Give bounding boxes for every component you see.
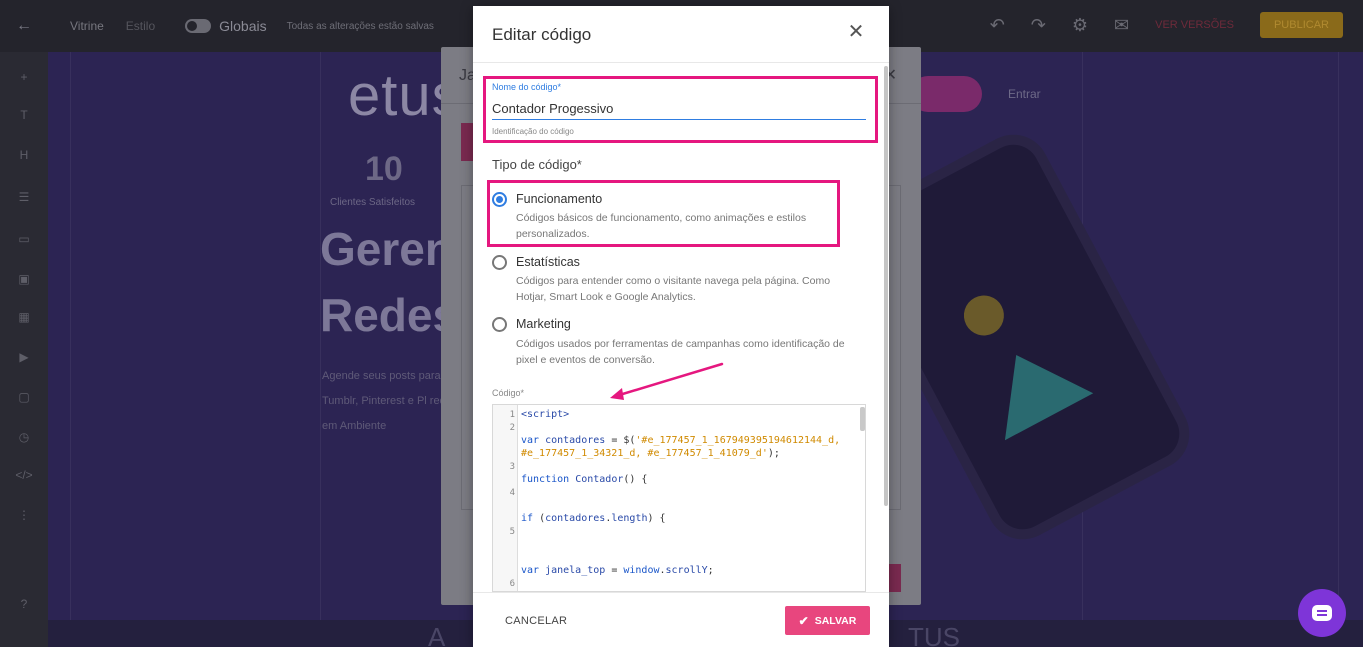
code-line: function Contador() {	[521, 474, 648, 485]
line-number: 5	[509, 527, 515, 537]
option-funcionamento-title[interactable]: Funcionamento	[516, 192, 602, 206]
line-number: 6	[509, 579, 515, 589]
save-button-label: SALVAR	[814, 614, 857, 627]
radio-estatisticas[interactable]	[492, 255, 507, 270]
arrow-left-icon[interactable]: ←	[0, 17, 48, 35]
text-icon[interactable]: T	[14, 108, 34, 122]
hero-heading-line2: Redes	[320, 289, 459, 341]
check-icon: ✔	[798, 613, 809, 628]
editor-scrollbar[interactable]	[860, 407, 865, 431]
gallery-icon[interactable]: ▦	[14, 310, 34, 324]
more-icon[interactable]: ⋮	[14, 508, 34, 522]
bottom-text-right: TUS	[908, 622, 960, 647]
cancel-button[interactable]: CANCELAR	[505, 615, 567, 627]
page-label[interactable]: Vitrine	[70, 19, 104, 33]
option-marketing-title[interactable]: Marketing	[516, 317, 571, 331]
heading-icon[interactable]: H	[14, 148, 34, 162]
clock-icon[interactable]: ◷	[14, 430, 34, 444]
line-gutter: 1 2 3 4 5 6	[493, 405, 518, 591]
line-number: 1	[509, 410, 515, 420]
code-line: var contadores = $('#e_177457_1_16794939…	[521, 435, 841, 446]
topbar-actions: ↶ ↷ ⚙ ✉ VER VERSÕES PUBLICAR	[990, 12, 1343, 38]
add-section-icon[interactable]: +	[14, 70, 34, 84]
code-icon[interactable]: </>	[14, 468, 34, 482]
dialog-title: Editar código	[492, 25, 592, 44]
chat-button[interactable]	[1298, 589, 1346, 637]
versions-link[interactable]: VER VERSÕES	[1155, 19, 1234, 31]
code-line: <script>	[521, 409, 570, 420]
form-icon[interactable]: ▢	[14, 390, 34, 404]
code-type-label: Tipo de código*	[492, 157, 582, 172]
bottom-text-left: A	[428, 622, 446, 647]
globais-label: Globais	[219, 18, 267, 34]
code-name-input[interactable]	[492, 98, 866, 120]
annotation-arrow	[610, 362, 724, 400]
code-label: Código*	[492, 388, 525, 398]
code-name-helper: Identificação do código	[492, 127, 574, 136]
style-label[interactable]: Estilo	[126, 19, 155, 33]
stat-label: Clientes Satisfeitos	[330, 197, 416, 208]
radio-marketing[interactable]	[492, 317, 507, 332]
chat-icon	[1312, 605, 1332, 621]
globais-toggle[interactable]	[185, 19, 212, 33]
dialog-footer: CANCELAR ✔ SALVAR	[473, 592, 889, 647]
image-icon[interactable]: ▣	[14, 272, 34, 286]
line-number: 3	[509, 462, 515, 472]
close-icon[interactable]: ✕	[846, 22, 866, 42]
autosave-status: Todas as alterações estão salvas	[286, 20, 434, 32]
code-line: #e_177457_1_34321_d, #e_177457_1_41079_d…	[521, 448, 780, 459]
code-name-label: Nome do código*	[492, 82, 562, 92]
option-estatisticas-description: Códigos para entender como o visitante n…	[516, 275, 831, 303]
button-icon[interactable]: ▭	[14, 232, 34, 246]
code-line: if (contadores.length) {	[521, 513, 666, 524]
option-estatisticas-title[interactable]: Estatísticas	[516, 255, 580, 269]
editor-sidebar: + T H ☰ ▭ ▣ ▦ ▶ ▢ ◷ </> ⋮ ?	[0, 52, 48, 647]
publish-button[interactable]: PUBLICAR	[1259, 12, 1343, 38]
redo-icon[interactable]: ↷	[1031, 15, 1046, 36]
save-button[interactable]: ✔ SALVAR	[785, 606, 870, 635]
help-icon[interactable]: ?	[14, 597, 34, 611]
hero-heading-line1: Geren	[320, 223, 453, 275]
mail-icon[interactable]: ✉	[1114, 15, 1129, 36]
code-line: var janela_top = window.scrollY;	[521, 565, 714, 576]
stat-number: 10	[365, 150, 403, 188]
video-icon[interactable]: ▶	[14, 350, 34, 364]
line-number: 4	[509, 488, 515, 498]
radio-funcionamento[interactable]	[492, 192, 507, 207]
undo-icon[interactable]: ↶	[990, 15, 1005, 36]
code-editor[interactable]: 1 2 3 4 5 6 <script> var contadores = $(…	[492, 404, 866, 592]
entrar-link: Entrar	[1008, 87, 1041, 101]
dialog-scrollbar[interactable]	[884, 66, 888, 506]
list-icon[interactable]: ☰	[14, 190, 34, 204]
dialog-header: Editar código ✕	[473, 6, 889, 63]
edit-code-dialog: Editar código ✕ Nome do código* Identifi…	[473, 6, 889, 647]
option-funcionamento-description: Códigos básicos de funcionamento, como a…	[516, 212, 807, 240]
settings-icon[interactable]: ⚙	[1072, 15, 1088, 36]
line-number: 2	[509, 423, 515, 433]
